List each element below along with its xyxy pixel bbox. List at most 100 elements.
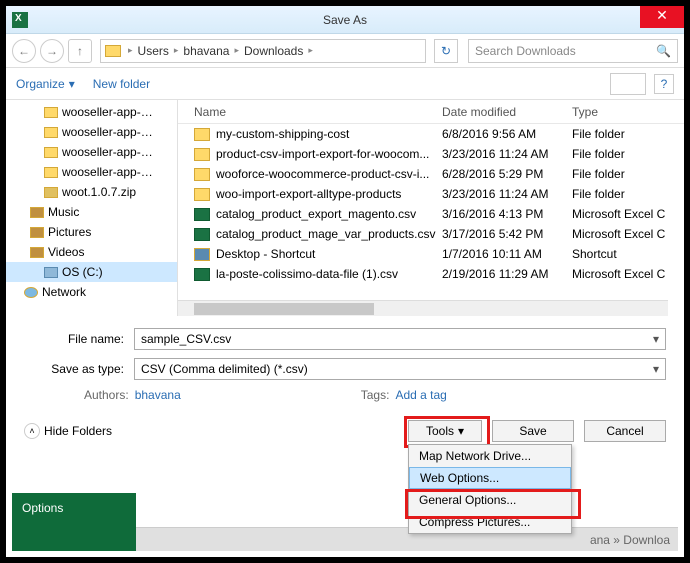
- col-type[interactable]: Type: [572, 105, 598, 119]
- refresh-button[interactable]: ↻: [434, 39, 458, 63]
- back-button[interactable]: ←: [12, 39, 36, 63]
- new-folder-button[interactable]: New folder: [93, 77, 150, 91]
- sidebar-item-label: Music: [48, 205, 79, 219]
- status-trail: ana » Downloa: [136, 527, 678, 551]
- file-type: File folder: [572, 187, 625, 201]
- sidebar-item[interactable]: Music: [6, 202, 177, 222]
- breadcrumb[interactable]: ▸ Users ▸ bhavana ▸ Downloads ▸: [100, 39, 426, 63]
- sidebar-item-label: woot.1.0.7.zip: [62, 185, 136, 199]
- sidebar-item[interactable]: OS (C:): [6, 262, 177, 282]
- save-type-select[interactable]: CSV (Comma delimited) (*.csv)▾: [134, 358, 666, 380]
- file-name-label: File name:: [24, 332, 134, 346]
- tools-button[interactable]: Tools▾: [408, 420, 482, 442]
- sidebar: wooseller-app-… wooseller-app-… wooseller-…: [6, 100, 178, 316]
- excel-icon: [12, 12, 28, 28]
- folder-icon: [30, 247, 44, 258]
- file-row[interactable]: my-custom-shipping-cost6/8/2016 9:56 AMF…: [178, 124, 684, 144]
- file-list-header[interactable]: Name Date modified Type: [178, 100, 684, 124]
- sidebar-item[interactable]: Pictures: [6, 222, 177, 242]
- file-name: la-poste-colissimo-data-file (1).csv: [216, 267, 442, 281]
- menu-web-options[interactable]: Web Options...: [409, 467, 571, 489]
- search-input[interactable]: Search Downloads 🔍: [468, 39, 678, 63]
- sidebar-item-label: Videos: [48, 245, 84, 259]
- help-button[interactable]: ?: [654, 74, 674, 94]
- file-row[interactable]: la-poste-colissimo-data-file (1).csv2/19…: [178, 264, 684, 284]
- organize-button[interactable]: Organize▾: [16, 77, 75, 91]
- sidebar-item[interactable]: wooseller-app-…: [6, 122, 177, 142]
- sidebar-item[interactable]: Network: [6, 282, 177, 302]
- col-name[interactable]: Name: [194, 105, 442, 119]
- save-type-label: Save as type:: [24, 362, 134, 376]
- file-icon: [194, 128, 210, 141]
- authors-value[interactable]: bhavana: [135, 388, 181, 402]
- file-row[interactable]: catalog_product_export_magento.csv3/16/2…: [178, 204, 684, 224]
- hide-folders-button[interactable]: ˄ Hide Folders: [24, 423, 112, 439]
- sidebar-item-label: wooseller-app-…: [62, 145, 153, 159]
- sidebar-item[interactable]: wooseller-app-…: [6, 162, 177, 182]
- file-name: woo-import-export-alltype-products: [216, 187, 442, 201]
- file-name: product-csv-import-export-for-woocom...: [216, 147, 442, 161]
- file-name-input[interactable]: sample_CSV.csv▾: [134, 328, 666, 350]
- file-date: 3/17/2016 5:42 PM: [442, 227, 572, 241]
- file-row[interactable]: Desktop - Shortcut1/7/2016 10:11 AMShort…: [178, 244, 684, 264]
- horizontal-scrollbar[interactable]: [178, 300, 668, 316]
- title-bar: Save As ✕: [6, 6, 684, 34]
- folder-icon: [30, 207, 44, 218]
- sidebar-item[interactable]: woot.1.0.7.zip: [6, 182, 177, 202]
- file-list: Name Date modified Type my-custom-shippi…: [178, 100, 684, 316]
- folder-icon: [44, 107, 58, 118]
- file-type: Microsoft Excel C: [572, 207, 665, 221]
- save-button[interactable]: Save: [492, 420, 574, 442]
- breadcrumb-seg[interactable]: Users: [136, 44, 171, 58]
- file-icon: [194, 188, 210, 201]
- file-row[interactable]: wooforce-woocommerce-product-csv-i...6/2…: [178, 164, 684, 184]
- file-row[interactable]: product-csv-import-export-for-woocom...3…: [178, 144, 684, 164]
- sidebar-item[interactable]: Videos: [6, 242, 177, 262]
- sidebar-item-label: OS (C:): [62, 265, 103, 279]
- tools-menu: Map Network Drive... Web Options... Gene…: [408, 444, 572, 534]
- file-name: Desktop - Shortcut: [216, 247, 442, 261]
- tags-value[interactable]: Add a tag: [395, 388, 446, 402]
- file-icon: [194, 268, 210, 281]
- menu-map-network-drive[interactable]: Map Network Drive...: [409, 445, 571, 467]
- breadcrumb-seg[interactable]: bhavana: [181, 44, 231, 58]
- file-row[interactable]: woo-import-export-alltype-products3/23/2…: [178, 184, 684, 204]
- file-type: Microsoft Excel C: [572, 227, 665, 241]
- sidebar-item[interactable]: wooseller-app-…: [6, 102, 177, 122]
- search-placeholder: Search Downloads: [475, 44, 576, 58]
- file-date: 6/8/2016 9:56 AM: [442, 127, 572, 141]
- up-button[interactable]: ↑: [68, 39, 92, 63]
- tags-label: Tags:: [361, 388, 390, 402]
- close-button[interactable]: ✕: [640, 6, 684, 28]
- file-icon: [194, 208, 210, 221]
- folder-icon: [44, 187, 58, 198]
- file-name: my-custom-shipping-cost: [216, 127, 442, 141]
- toolbar: Organize▾ New folder ?: [6, 68, 684, 100]
- file-date: 2/19/2016 11:29 AM: [442, 267, 572, 281]
- chevron-up-icon: ˄: [24, 423, 40, 439]
- nav-bar: ← → ↑ ▸ Users ▸ bhavana ▸ Downloads ▸ ↻ …: [6, 34, 684, 68]
- view-button[interactable]: [610, 73, 646, 95]
- file-type: File folder: [572, 127, 625, 141]
- file-name: wooforce-woocommerce-product-csv-i...: [216, 167, 442, 181]
- folder-icon: [24, 287, 38, 298]
- authors-label: Authors:: [84, 388, 129, 402]
- menu-general-options[interactable]: General Options...: [409, 489, 571, 511]
- excel-options-panel: Options: [12, 493, 136, 551]
- sidebar-item-label: Network: [42, 285, 86, 299]
- file-name: catalog_product_mage_var_products.csv: [216, 227, 442, 241]
- file-type: Shortcut: [572, 247, 617, 261]
- sidebar-item[interactable]: wooseller-app-…: [6, 142, 177, 162]
- forward-button: →: [40, 39, 64, 63]
- search-icon: 🔍: [656, 44, 671, 58]
- col-date[interactable]: Date modified: [442, 105, 572, 119]
- menu-compress-pictures[interactable]: Compress Pictures...: [409, 511, 571, 533]
- breadcrumb-seg[interactable]: Downloads: [242, 44, 305, 58]
- file-row[interactable]: catalog_product_mage_var_products.csv3/1…: [178, 224, 684, 244]
- cancel-button[interactable]: Cancel: [584, 420, 666, 442]
- sidebar-item-label: wooseller-app-…: [62, 165, 153, 179]
- sidebar-item-label: wooseller-app-…: [62, 105, 153, 119]
- folder-icon: [30, 227, 44, 238]
- file-icon: [194, 168, 210, 181]
- file-date: 3/16/2016 4:13 PM: [442, 207, 572, 221]
